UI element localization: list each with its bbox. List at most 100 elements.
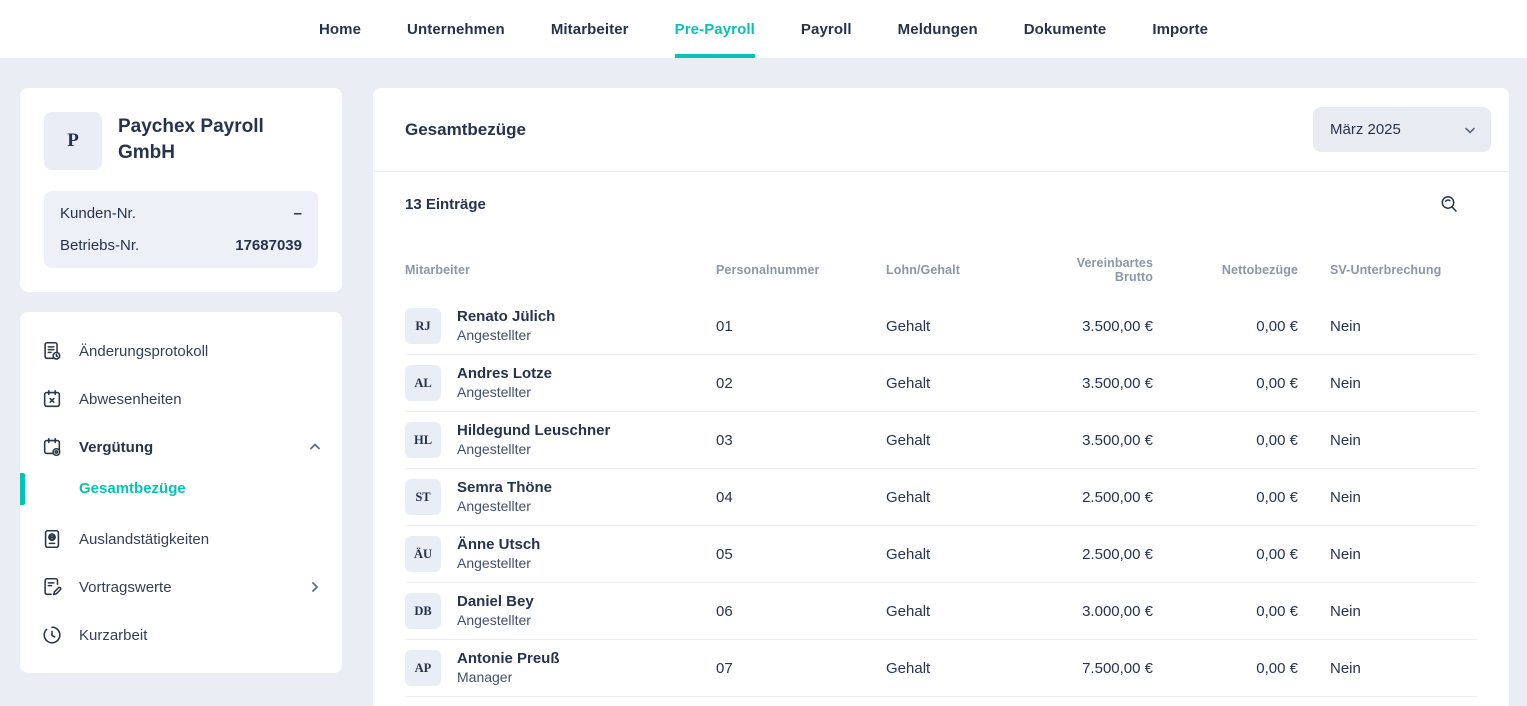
employee-role: Angestellter: [457, 441, 610, 459]
sidebar-item-vortragswerte[interactable]: Vortragswerte: [20, 563, 342, 611]
nav-item-unternehmen[interactable]: Unternehmen: [407, 0, 505, 58]
period-select-value: März 2025: [1330, 121, 1401, 138]
nav-item-pre-payroll[interactable]: Pre-Payroll: [675, 0, 755, 58]
sv-interruption: Nein: [1298, 318, 1477, 335]
employee-name: Hildegund Leuschner: [457, 422, 610, 441]
sv-interruption: Nein: [1298, 546, 1477, 563]
search-icon[interactable]: [1439, 194, 1459, 214]
personnel-number: 02: [716, 375, 886, 392]
employee-role: Angestellter: [457, 555, 540, 573]
carryover-document-icon: [41, 576, 63, 598]
pay-type: Gehalt: [886, 375, 1036, 392]
sidebar-item-label: Abwesenheiten: [79, 391, 182, 408]
period-select[interactable]: März 2025: [1313, 107, 1491, 152]
sv-interruption: Nein: [1298, 660, 1477, 677]
personnel-number: 03: [716, 432, 886, 449]
personnel-number: 05: [716, 546, 886, 563]
sidebar-item-auslandstaetigkeiten[interactable]: Auslandstätigkeiten: [20, 515, 342, 563]
sidebar-menu: Änderungsprotokoll Abwesenheiten: [20, 312, 342, 673]
sidebar-item-label: Gesamtbezüge: [79, 480, 186, 497]
company-number-value: 17687039: [235, 237, 302, 254]
employee-role: Angestellter: [457, 384, 552, 402]
nav-item-payroll[interactable]: Payroll: [801, 0, 852, 58]
company-name: Paychex Payroll GmbH: [118, 112, 318, 165]
nav-item-importe[interactable]: Importe: [1152, 0, 1208, 58]
column-header-lohn-gehalt: Lohn/Gehalt: [886, 263, 1036, 277]
employee-name: Antonie Preuß: [457, 650, 560, 669]
avatar: AL: [405, 365, 441, 401]
pay-type: Gehalt: [886, 660, 1036, 677]
compensation-calendar-icon: [41, 436, 63, 458]
net-amount: 0,00 €: [1153, 546, 1298, 563]
pay-type: Gehalt: [886, 546, 1036, 563]
employee-role: Angestellter: [457, 612, 534, 630]
column-header-mitarbeiter: Mitarbeiter: [405, 263, 716, 277]
net-amount: 0,00 €: [1153, 432, 1298, 449]
agreed-gross: 3.000,00 €: [1036, 603, 1153, 620]
sidebar-item-label: Vortragswerte: [79, 579, 172, 596]
avatar: AP: [405, 650, 441, 686]
personnel-number: 01: [716, 318, 886, 335]
agreed-gross: 3.500,00 €: [1036, 375, 1153, 392]
avatar: DB: [405, 593, 441, 629]
company-number-label: Betriebs-Nr.: [60, 237, 139, 254]
sidebar: P Paychex Payroll GmbH Kunden-Nr. – Betr…: [20, 88, 342, 673]
avatar: ÄU: [405, 536, 441, 572]
agreed-gross: 3.500,00 €: [1036, 318, 1153, 335]
personnel-number: 06: [716, 603, 886, 620]
net-amount: 0,00 €: [1153, 489, 1298, 506]
table-row[interactable]: RJ Renato Jülich Angestellter 01 Gehalt …: [405, 298, 1477, 355]
table-row[interactable]: ST Semra Thöne Angestellter 04 Gehalt 2.…: [405, 469, 1477, 526]
nav-item-mitarbeiter[interactable]: Mitarbeiter: [551, 0, 629, 58]
pay-type: Gehalt: [886, 603, 1036, 620]
net-amount: 0,00 €: [1153, 318, 1298, 335]
agreed-gross: 2.500,00 €: [1036, 489, 1153, 506]
company-info-box: Kunden-Nr. – Betriebs-Nr. 17687039: [44, 191, 318, 268]
sidebar-item-gesamtbezuege[interactable]: Gesamtbezüge: [20, 471, 342, 506]
sidebar-item-label: Auslandstätigkeiten: [79, 531, 209, 548]
table-row[interactable]: AP Antonie Preuß Manager 07 Gehalt 7.500…: [405, 640, 1477, 697]
column-header-personalnummer: Personalnummer: [716, 263, 886, 277]
table-row[interactable]: AL Andres Lotze Angestellter 02 Gehalt 3…: [405, 355, 1477, 412]
pay-type: Gehalt: [886, 318, 1036, 335]
pay-type: Gehalt: [886, 432, 1036, 449]
sidebar-item-label: Vergütung: [79, 439, 153, 456]
customer-number-label: Kunden-Nr.: [60, 205, 136, 222]
main-panel: Gesamtbezüge März 2025 13 Einträge: [373, 88, 1509, 706]
table-row[interactable]: DB Daniel Bey Angestellter 06 Gehalt 3.0…: [405, 583, 1477, 640]
employee-name: Daniel Bey: [457, 593, 534, 612]
pay-type: Gehalt: [886, 489, 1036, 506]
chevron-right-icon: [308, 580, 322, 594]
avatar: ST: [405, 479, 441, 515]
nav-item-home[interactable]: Home: [319, 0, 361, 58]
net-amount: 0,00 €: [1153, 660, 1298, 677]
table-body: RJ Renato Jülich Angestellter 01 Gehalt …: [405, 298, 1477, 697]
sidebar-item-label: Änderungsprotokoll: [79, 343, 208, 360]
avatar: HL: [405, 422, 441, 458]
nav-item-dokumente[interactable]: Dokumente: [1024, 0, 1107, 58]
sidebar-item-verguetung[interactable]: Vergütung: [20, 423, 342, 471]
personnel-number: 04: [716, 489, 886, 506]
page-title: Gesamtbezüge: [405, 120, 526, 140]
chevron-down-icon: [1463, 123, 1477, 137]
personnel-number: 07: [716, 660, 886, 677]
sidebar-item-aenderungsprotokoll[interactable]: Änderungsprotokoll: [20, 327, 342, 375]
changelog-icon: [41, 340, 63, 362]
employee-role: Angestellter: [457, 327, 555, 345]
sidebar-item-kurzarbeit[interactable]: Kurzarbeit: [20, 611, 342, 659]
employee-name: Änne Utsch: [457, 536, 540, 555]
table-header-row: Mitarbeiter Personalnummer Lohn/Gehalt V…: [405, 256, 1477, 298]
table-row[interactable]: HL Hildegund Leuschner Angestellter 03 G…: [405, 412, 1477, 469]
sidebar-item-abwesenheiten[interactable]: Abwesenheiten: [20, 375, 342, 423]
avatar: RJ: [405, 308, 441, 344]
short-time-clock-icon: [41, 624, 63, 646]
table-row[interactable]: ÄU Änne Utsch Angestellter 05 Gehalt 2.5…: [405, 526, 1477, 583]
nav-item-meldungen[interactable]: Meldungen: [898, 0, 978, 58]
net-amount: 0,00 €: [1153, 375, 1298, 392]
chevron-up-icon: [308, 440, 322, 454]
column-header-nettobezuege: Nettobezüge: [1153, 263, 1298, 277]
column-header-vereinbartes-brutto: Vereinbartes Brutto: [1036, 256, 1153, 284]
agreed-gross: 7.500,00 €: [1036, 660, 1153, 677]
agreed-gross: 2.500,00 €: [1036, 546, 1153, 563]
sidebar-item-label: Kurzarbeit: [79, 627, 147, 644]
